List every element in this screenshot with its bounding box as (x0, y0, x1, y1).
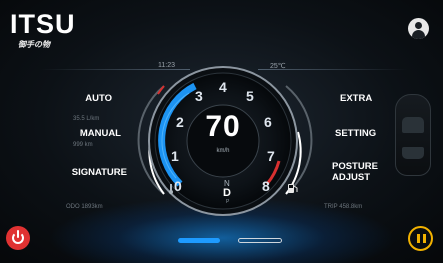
trip-text: TRIP 458.8km (324, 204, 363, 210)
odometer-text: ODO 1893km (66, 204, 103, 210)
pause-icon (417, 234, 420, 243)
temperature-icon (169, 184, 173, 194)
speed-value: 70 (205, 110, 241, 143)
user-profile-button[interactable] (408, 18, 429, 39)
car-windshield (402, 117, 424, 133)
car-top-view (395, 94, 431, 176)
menu-posture-adjust[interactable]: POSTURE ADJUST (332, 161, 378, 183)
gear-p: P (226, 199, 230, 205)
tick-8: 8 (262, 178, 270, 194)
pause-icon-bar (423, 234, 426, 243)
power-button[interactable] (6, 226, 30, 250)
car-rear-window (402, 147, 424, 159)
gear-d: D (223, 187, 231, 199)
pause-button[interactable] (408, 226, 433, 251)
brand-logo: ITSU 御手の物 (10, 11, 76, 50)
tick-3: 3 (195, 88, 203, 104)
tick-5: 5 (246, 88, 254, 104)
mode-auto[interactable]: AUTO (85, 93, 112, 104)
range-remaining: 999 km (73, 142, 93, 148)
menu-extra[interactable]: EXTRA (340, 93, 372, 104)
dashboard-screen: ITSU 御手の物 11:23 25℃ AUTO MANUAL SIGNATUR… (0, 0, 443, 263)
fuel-consumption: 35.5 L/km (73, 116, 100, 122)
mode-manual[interactable]: MANUAL (80, 128, 121, 139)
menu-setting[interactable]: SETTING (335, 128, 376, 139)
page-indicator-2[interactable] (238, 238, 282, 243)
user-icon (415, 22, 422, 29)
user-icon-body (412, 30, 425, 39)
speed-unit: km/h (216, 148, 230, 154)
brand-subtitle: 御手の物 (18, 40, 50, 49)
power-icon-bar (17, 230, 19, 238)
mode-signature[interactable]: SIGNATURE (72, 167, 127, 178)
fuel-icon (288, 184, 298, 193)
page-indicator-1[interactable] (178, 238, 220, 243)
tick-4: 4 (219, 79, 227, 95)
brand-name: ITSU (10, 9, 76, 39)
